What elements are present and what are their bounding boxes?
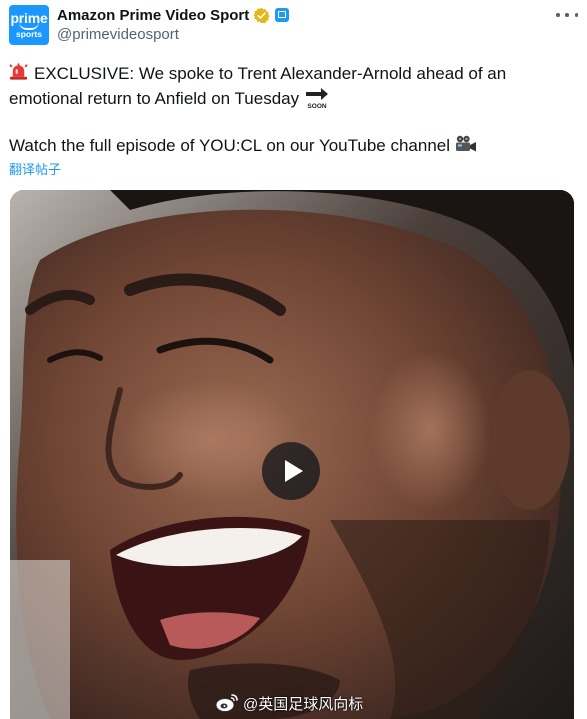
siren-icon bbox=[9, 63, 28, 80]
play-icon[interactable] bbox=[262, 442, 320, 500]
tweet-paragraph-2: Watch the full episode of YOU:CL on our … bbox=[9, 133, 569, 158]
movie-camera-icon bbox=[456, 135, 477, 152]
tweet: prime sports Amazon Prime Video Sport @p… bbox=[0, 0, 587, 719]
dot bbox=[565, 13, 569, 17]
avatar-text-bottom: sports bbox=[16, 29, 42, 39]
weibo-icon bbox=[215, 694, 238, 712]
tweet-text: EXCLUSIVE: We spoke to Trent Alexander-A… bbox=[9, 61, 569, 158]
more-options-icon[interactable] bbox=[556, 8, 578, 22]
affiliate-badge-icon[interactable] bbox=[275, 8, 290, 22]
dot bbox=[556, 13, 560, 17]
video-player[interactable] bbox=[10, 190, 574, 719]
account-handle[interactable]: @primevideosport bbox=[57, 26, 179, 43]
account-avatar[interactable]: prime sports bbox=[9, 5, 49, 45]
weibo-watermark: @英国足球风向标 bbox=[215, 690, 363, 716]
soon-label: SOON bbox=[308, 103, 327, 110]
watermark-text: @英国足球风向标 bbox=[243, 695, 364, 713]
verified-badge-icon[interactable] bbox=[253, 7, 270, 24]
tweet-paragraph-1: EXCLUSIVE: We spoke to Trent Alexander-A… bbox=[9, 61, 569, 111]
soon-arrow-icon: SOON bbox=[306, 88, 329, 110]
dot bbox=[574, 13, 578, 17]
tweet-line-2: Watch the full episode of YOU:CL on our … bbox=[9, 136, 451, 155]
account-name-row: Amazon Prime Video Sport bbox=[57, 5, 290, 25]
tweet-line-1: EXCLUSIVE: We spoke to Trent Alexander-A… bbox=[9, 64, 507, 108]
account-display-name[interactable]: Amazon Prime Video Sport bbox=[57, 7, 249, 24]
translate-post-link[interactable]: 翻译帖子 bbox=[9, 159, 61, 178]
